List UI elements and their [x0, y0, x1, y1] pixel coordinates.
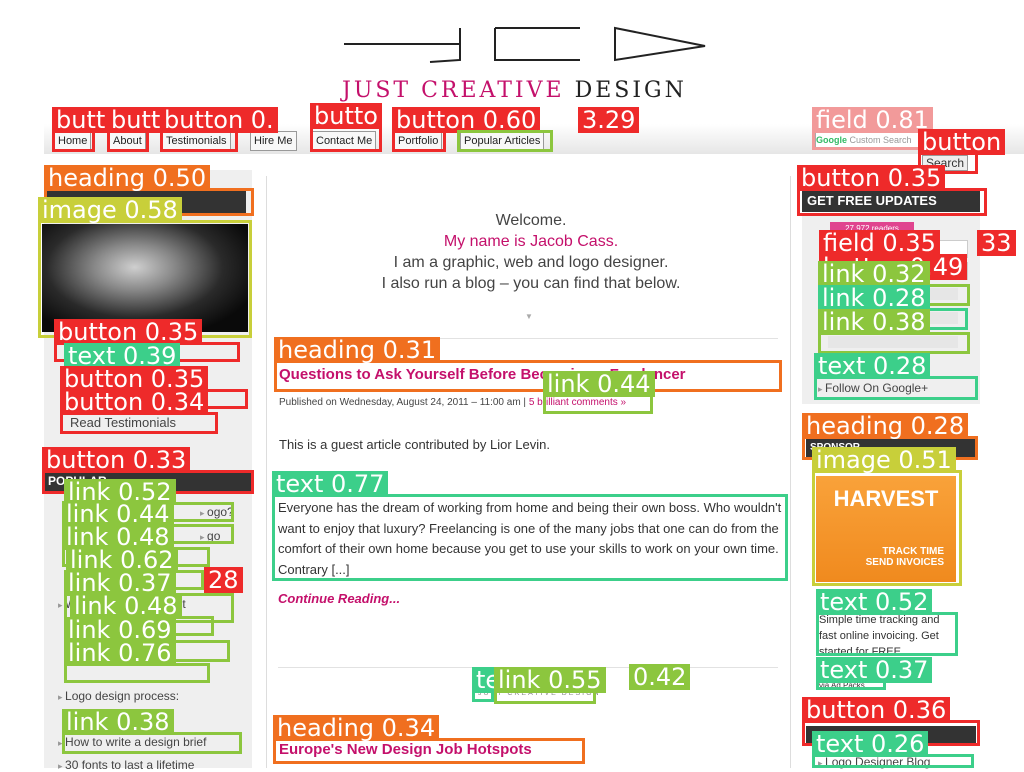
post-1-meta: Published on Wednesday, August 24, 2011 … [279, 397, 627, 408]
nav-hire-me-button[interactable]: Hire Me [250, 131, 297, 151]
nav-testimonials-button[interactable]: Testimonials [162, 131, 231, 151]
nav-home-button[interactable]: Home [54, 131, 92, 151]
overlay-box: 33 [977, 230, 1016, 260]
twitter-link[interactable] [828, 312, 958, 324]
overlay-label: 33 [977, 230, 1016, 256]
welcome-line-3: I am a graphic, web and logo designer. [393, 254, 669, 271]
separator-logo: JUST CREATIVE DESIGN [478, 690, 601, 697]
overlay-label: text 0.77 [272, 471, 389, 497]
rss-link[interactable] [828, 288, 958, 300]
post-1-title[interactable]: Questions to Ask Yourself Before Becomin… [279, 366, 686, 383]
brand-title-accent: JUST CREATIVE [342, 78, 565, 103]
harvest-line-2: SEND INVOICES [865, 557, 944, 568]
popular-link-2[interactable]: go [200, 529, 220, 543]
post-1-date: Published on Wednesday, August 24, 2011 … [279, 397, 521, 408]
popular-link-5[interactable]: How to write a design brief [58, 735, 206, 749]
popular-link-6[interactable]: 30 fonts to last a lifetime [58, 758, 194, 772]
brand-title[interactable]: JUST CREATIVE DESIGN [342, 78, 687, 103]
nav-about-button[interactable]: About [109, 131, 146, 151]
facebook-link[interactable] [828, 336, 958, 348]
logo-designer-blog-link[interactable]: Logo Designer Blog [818, 755, 930, 769]
logo-blogs-heading [806, 726, 976, 744]
harvest-brand: HARVEST [833, 486, 939, 511]
welcome-divider [278, 338, 778, 339]
post-separator [278, 667, 778, 668]
overlay-box: 0.42 [629, 664, 700, 694]
nav-contact-button[interactable]: Contact Me [312, 131, 377, 151]
post-1-excerpt: Everyone has the dream of working from h… [278, 500, 782, 577]
nav-portfolio-button[interactable]: Portfolio [394, 131, 443, 151]
main-divider-left [266, 176, 267, 768]
google-logo: Google [816, 135, 847, 145]
harvest-ad-text: Simple time tracking and fast online inv… [819, 614, 940, 658]
welcome-line-2: My name is Jacob Cass. [443, 233, 619, 250]
profile-photo [42, 224, 248, 332]
overlay-label: heading 0.28 [802, 413, 969, 439]
main-divider-right [790, 176, 791, 768]
overlay-label: button 0.36 [802, 697, 951, 723]
overlay-label: text 0.37 [816, 657, 933, 683]
harvest-line-1: TRACK TIME [882, 546, 944, 557]
search-input[interactable]: Google Custom Search [815, 131, 921, 149]
popular-link-4[interactable]: Logo design process: [58, 689, 179, 703]
search-placeholder: Custom Search [849, 135, 912, 145]
scroll-down-icon: ▼ [525, 312, 533, 321]
overlay-label: heading 0.31 [274, 337, 441, 363]
popular-link-3[interactable]: Why logo design is not [58, 597, 186, 611]
read-testimonials-link[interactable]: Read Testimonials [70, 415, 176, 430]
harvest-ad-image[interactable]: HARVEST TRACK TIME SEND INVOICES [816, 476, 956, 582]
email-field[interactable] [828, 240, 968, 258]
brand-title-design: DESIGN [574, 78, 687, 103]
nav-popular-articles-button[interactable]: Popular Articles [460, 131, 545, 151]
post-1-comments-link[interactable]: 5 brilliant comments » [529, 397, 626, 408]
rss-counter[interactable]: 27,972 readers [830, 222, 914, 236]
popular-link-1[interactable]: ogo? [200, 505, 234, 519]
popular-heading: POPULAR [44, 470, 252, 492]
logo-mark [344, 26, 706, 63]
about-heading [44, 190, 246, 216]
welcome-line-4: I also run a blog – you can find that be… [381, 275, 681, 292]
post-1-intro: This is a guest article contributed by L… [279, 437, 550, 452]
sponsor-heading: SPONSOR [806, 438, 976, 458]
welcome-block: Welcome. My name is Jacob Cass. I am a g… [276, 210, 786, 294]
post-1-continue-link[interactable]: Continue Reading... [278, 591, 400, 606]
google-plus-link[interactable]: Follow On Google+ [818, 381, 928, 395]
search-button[interactable]: Search [922, 155, 969, 171]
subscribe-button[interactable] [828, 262, 968, 280]
welcome-line-1: Welcome. [495, 212, 567, 229]
post-2-title[interactable]: Europe's New Design Job Hotspots [279, 741, 532, 758]
ads-via-label[interactable]: via Ad Packs [819, 681, 865, 690]
overlay-label: heading 0.34 [273, 715, 440, 741]
updates-heading: GET FREE UPDATES [802, 190, 980, 212]
